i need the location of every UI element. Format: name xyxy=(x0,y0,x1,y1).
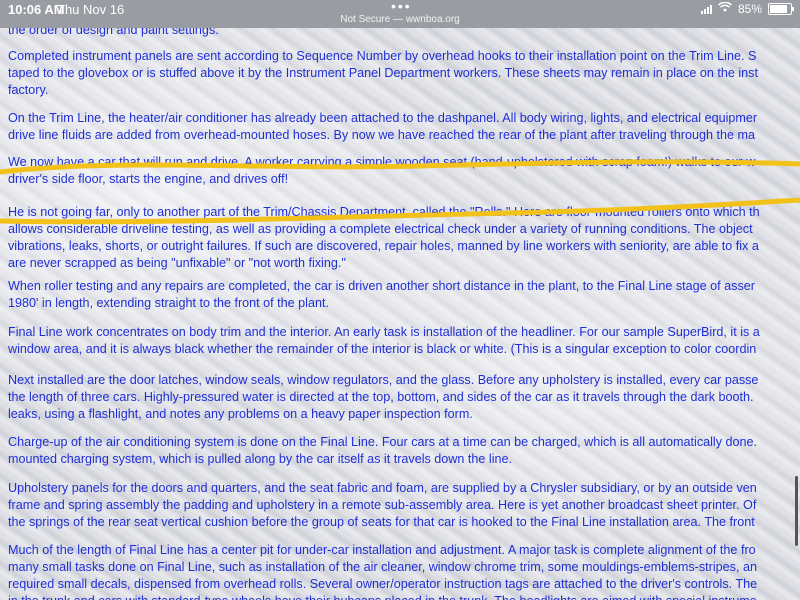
paragraph-line: Final Line work concentrates on body tri… xyxy=(8,325,760,339)
paragraph-line: taped to the glovebox or is stuffed abov… xyxy=(8,66,758,80)
paragraph-line: factory. xyxy=(8,83,49,97)
status-indicators: 85% xyxy=(700,1,794,16)
article-paragraph: Much of the length of Final Line has a c… xyxy=(8,542,800,600)
paragraph-line: are never scrapped as being "unfixable" … xyxy=(8,256,346,270)
paragraph-line: required small decals, dispensed from ov… xyxy=(8,577,758,591)
paragraph-line: Upholstery panels for the doors and quar… xyxy=(8,481,757,495)
paragraph-line: leaks, using a flashlight, and notes any… xyxy=(8,407,473,421)
wifi-icon xyxy=(718,1,732,16)
tab-overview-icon[interactable]: ••• xyxy=(391,0,412,14)
paragraph-line: Next installed are the door latches, win… xyxy=(8,373,759,387)
cellular-signal-icon xyxy=(700,4,712,14)
article-paragraph: Charge-up of the air conditioning system… xyxy=(8,434,800,468)
paragraph-line: He is not going far, only to another par… xyxy=(8,205,760,219)
paragraph-line: driver's side floor, starts the engine, … xyxy=(8,172,289,186)
paragraph-line: On the Trim Line, the heater/air conditi… xyxy=(8,111,758,125)
paragraph-line: drive line fluids are added from overhea… xyxy=(8,128,755,142)
paragraph-line: many small tasks done on Final Line, suc… xyxy=(8,560,757,574)
paragraph-line: in the trunk and cars with standard-type… xyxy=(8,593,800,600)
paragraph-line: the length of three cars. Highly-pressur… xyxy=(8,390,754,404)
article-paragraph: Final Line work concentrates on body tri… xyxy=(8,324,800,358)
scrollbar[interactable] xyxy=(795,476,798,546)
article-paragraph: Upholstery panels for the doors and quar… xyxy=(8,480,800,531)
status-bar: 10:06 AM Thu Nov 16 ••• Not Secure — wwn… xyxy=(0,0,800,28)
paragraph-line: mounted charging system, which is pulled… xyxy=(8,452,513,466)
article-paragraph: the order of design and paint settings. xyxy=(8,28,800,39)
paragraph-line: We now have a car that will run and driv… xyxy=(8,155,756,169)
battery-icon xyxy=(768,3,794,15)
paragraph-line: frame and spring assembly the padding an… xyxy=(8,498,757,512)
address-bar[interactable]: Not Secure — wwnboa.org xyxy=(0,14,800,25)
paragraph-line: vibrations, leaks, shorts, or outright f… xyxy=(8,239,759,253)
article-paragraph: Next installed are the door latches, win… xyxy=(8,372,800,423)
paragraph-line: the order of design and paint settings. xyxy=(8,28,219,37)
paragraph-line: window area, and it is always black whet… xyxy=(8,342,757,356)
battery-level-fill xyxy=(770,5,787,13)
paragraph-line: the springs of the rear seat vertical cu… xyxy=(8,515,755,529)
article-paragraph: On the Trim Line, the heater/air conditi… xyxy=(8,110,800,144)
paragraph-line: Charge-up of the air conditioning system… xyxy=(8,435,758,449)
article-paragraph: Completed instrument panels are sent acc… xyxy=(8,48,800,99)
paragraph-line: allows considerable driveline testing, a… xyxy=(8,222,753,236)
paragraph-line: Much of the length of Final Line has a c… xyxy=(8,543,756,557)
paragraph-line: Completed instrument panels are sent acc… xyxy=(8,49,757,63)
paragraph-line: When roller testing and any repairs are … xyxy=(8,279,755,293)
article-paragraph: When roller testing and any repairs are … xyxy=(8,278,800,312)
article-paragraph: He is not going far, only to another par… xyxy=(8,204,800,272)
battery-percent: 85% xyxy=(737,2,762,16)
web-page-content[interactable]: the order of design and paint settings. C… xyxy=(0,28,800,600)
article-paragraph: We now have a car that will run and driv… xyxy=(8,154,800,188)
paragraph-line: 1980' in length, extending straight to t… xyxy=(8,296,329,310)
